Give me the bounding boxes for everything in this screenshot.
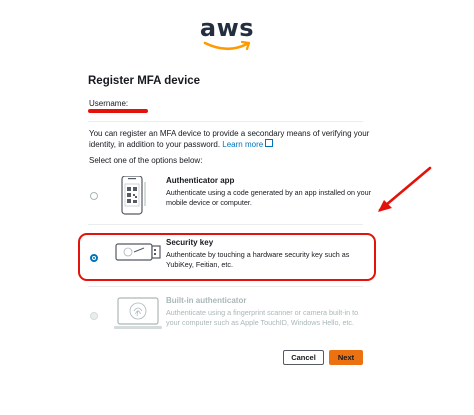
divider: [88, 121, 363, 122]
option-divider: [88, 286, 363, 287]
annotation-arrow-icon: [378, 166, 432, 212]
option-description: Authenticate using a fingerprint scanner…: [166, 308, 359, 327]
option-divider: [88, 224, 363, 225]
aws-logo: aws: [197, 14, 257, 52]
next-button[interactable]: Next: [329, 350, 363, 365]
radio-authenticator-app[interactable]: [90, 192, 98, 200]
option-title: Built-in authenticator: [166, 296, 247, 305]
aws-smile-icon: [203, 40, 251, 51]
learn-more-label: Learn more: [222, 140, 264, 149]
option-authenticator-app[interactable]: Authenticator app Authenticate using a c…: [86, 176, 372, 222]
cancel-button[interactable]: Cancel: [283, 350, 324, 365]
option-description: Authenticate using a code generated by a…: [166, 188, 371, 207]
radio-built-in-authenticator: [90, 312, 98, 320]
option-title: Authenticator app: [166, 176, 235, 185]
highlight-box: [78, 233, 376, 281]
option-built-in-authenticator: Built-in authenticator Authenticate usin…: [86, 296, 372, 342]
page-title: Register MFA device: [88, 75, 201, 87]
username-label: Username:: [89, 99, 129, 108]
laptop-fingerprint-icon: [114, 297, 162, 329]
external-link-icon: [265, 139, 274, 147]
aws-logo-text: aws: [199, 14, 255, 42]
intro-text: You can register an MFA device to provid…: [89, 128, 371, 150]
username-redaction: [88, 109, 148, 113]
learn-more-link[interactable]: Learn more: [222, 139, 274, 149]
phone-qr-icon: [121, 176, 146, 215]
select-options-label: Select one of the options below:: [89, 156, 203, 165]
